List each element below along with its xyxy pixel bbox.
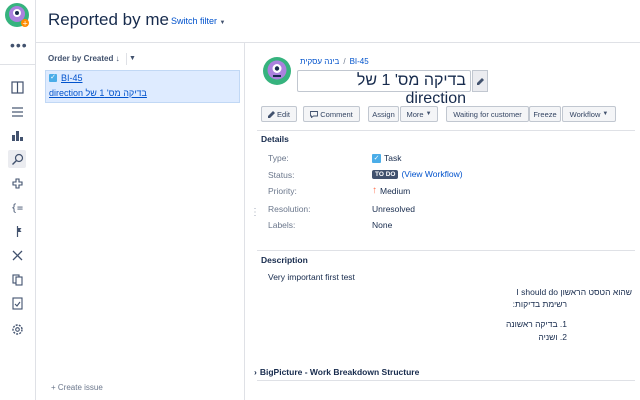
create-issue-button[interactable]: + Create issue: [51, 383, 103, 392]
issues-icon[interactable]: [8, 150, 26, 168]
svg-text:+: +: [22, 20, 28, 28]
releases-icon[interactable]: [8, 222, 26, 240]
assign-button[interactable]: Assign: [368, 106, 399, 122]
list-item[interactable]: ✓ BI-45 בדיקה מס' 1 של direction: [45, 70, 240, 103]
workflow-button-label: Workflow: [569, 109, 601, 119]
description-heading: Description: [261, 255, 308, 265]
issue-key-link[interactable]: BI-45: [61, 73, 83, 83]
pages-icon[interactable]: [8, 270, 26, 288]
chevron-right-icon: ›: [254, 367, 257, 377]
components-icon[interactable]: [8, 174, 26, 192]
issue-summary-link[interactable]: בדיקה מס' 1 של direction: [49, 88, 147, 98]
labels-label: Labels:: [268, 220, 296, 230]
list-item: 2. ושניה: [538, 332, 567, 342]
priority-label: Priority:: [268, 186, 297, 196]
code-icon[interactable]: {=}: [8, 198, 26, 216]
svg-text:{=}: {=}: [11, 203, 24, 214]
workflow-button[interactable]: Workflow ▼: [562, 106, 616, 122]
priority-value-text: Medium: [380, 185, 411, 196]
chevron-down-icon: ▼: [602, 111, 609, 117]
bigpicture-heading: BigPicture - Work Breakdown Structure: [259, 367, 420, 377]
edit-button[interactable]: Edit: [261, 106, 297, 122]
comment-button-label: Comment: [320, 109, 353, 119]
view-workflow-link[interactable]: (View Workflow): [401, 169, 462, 179]
pencil-icon[interactable]: [472, 70, 488, 92]
status-value: TO DO (View Workflow): [372, 169, 463, 179]
task-type-icon: ✓: [372, 153, 381, 163]
edit-button-label: Edit: [277, 109, 290, 119]
description-line: רשימת בדיקות:: [512, 299, 567, 309]
more-button-label: More: [406, 109, 424, 119]
user-avatar[interactable]: +: [4, 2, 30, 28]
comment-icon: [310, 110, 319, 118]
board-icon[interactable]: [8, 78, 26, 96]
shortcut-icon[interactable]: [8, 246, 26, 264]
details-divider: [257, 130, 635, 131]
breadcrumb-issue-key[interactable]: BI-45: [350, 57, 369, 66]
more-button[interactable]: More ▼: [400, 106, 438, 122]
description-divider: [257, 250, 635, 251]
rail-divider: [0, 64, 36, 65]
switch-filter-button[interactable]: Switch filter ▼: [171, 16, 225, 26]
resolution-value: Unresolved: [372, 204, 415, 214]
freeze-button[interactable]: Freeze: [529, 106, 561, 122]
status-badge: TO DO: [372, 169, 399, 179]
type-value: ✓ Task: [372, 153, 401, 163]
bigpicture-section-toggle[interactable]: › BigPicture - Work Breakdown Structure: [254, 367, 419, 377]
order-by-button[interactable]: Order by Created ↓: [48, 54, 120, 63]
chevron-down-icon: ▼: [219, 20, 226, 26]
left-nav-rail: + ••• {=}: [0, 0, 36, 400]
reports-icon[interactable]: [8, 126, 26, 144]
bigpicture-divider: [257, 380, 635, 381]
priority-value: ↑ Medium: [372, 185, 410, 196]
list-item: 1. בדיקה ראשונה: [505, 319, 567, 329]
status-label: Status:: [268, 170, 295, 180]
project-avatar: [262, 56, 292, 86]
task-type-icon: ✓: [49, 74, 57, 82]
more-icon[interactable]: •••: [10, 38, 28, 52]
description-line: שהוא הטסט הראשון I should do: [516, 287, 632, 297]
comment-button[interactable]: Comment: [303, 106, 360, 122]
resize-handle-icon[interactable]: ⋮: [250, 208, 260, 218]
order-by-dropdown[interactable]: ▼: [126, 53, 138, 65]
breadcrumb-separator: /: [343, 57, 346, 66]
details-heading: Details: [261, 134, 289, 144]
issue-summary-field[interactable]: בדיקה מס' 1 של direction: [297, 70, 471, 107]
description-line: Very important first test: [268, 272, 355, 282]
breadcrumb-project[interactable]: בינה עסקית: [300, 57, 339, 66]
priority-medium-icon: ↑: [372, 185, 377, 196]
arrow-down-icon: ↓: [115, 54, 120, 63]
page-title: Reported by me: [48, 10, 169, 29]
type-value-text: Task: [384, 153, 402, 163]
switch-filter-label: Switch filter: [171, 16, 218, 26]
pencil-icon: [268, 110, 276, 118]
resolution-label: Resolution:: [268, 204, 311, 214]
settings-icon[interactable]: [8, 320, 26, 338]
labels-value: None: [372, 220, 393, 230]
tests-icon[interactable]: [8, 294, 26, 312]
order-by-label: Order by Created: [48, 54, 114, 63]
backlog-icon[interactable]: [8, 102, 26, 120]
type-label: Type:: [268, 153, 289, 163]
breadcrumb: בינה עסקית / BI-45: [300, 57, 369, 66]
chevron-down-icon: ▼: [425, 111, 432, 117]
waiting-for-customer-button[interactable]: Waiting for customer: [446, 106, 529, 122]
issue-list-panel: Order by Created ↓ ▼ ✓ BI-45 בדיקה מס' 1…: [36, 43, 245, 400]
